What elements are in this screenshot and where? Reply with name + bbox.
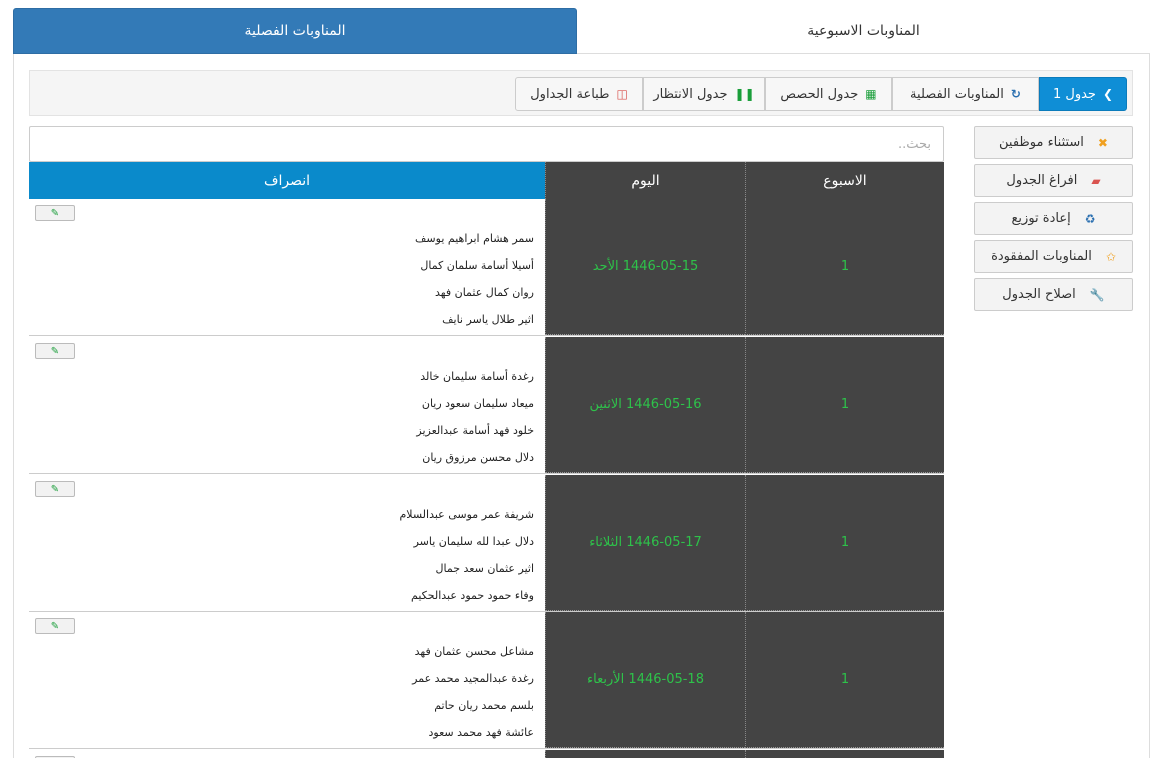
day-cell — [545, 750, 745, 758]
names-list: شريفة عمر موسى عبدالسلام دلال عبدا لله س… — [399, 501, 534, 609]
tab-weekly-shifts[interactable]: المناوبات الاسبوعية — [577, 8, 1150, 54]
staff-name: شريفة عمر موسى عبدالسلام — [399, 508, 534, 521]
empty-table-button[interactable]: ▰ افراغ الجدول — [974, 164, 1133, 197]
week-cell: 1 — [745, 475, 944, 611]
fix-table-label: اصلاح الجدول — [1002, 287, 1076, 302]
staff-name: خلود فهد أسامة عبدالعزيز — [416, 424, 534, 437]
edit-icon: ✎ — [50, 207, 60, 219]
user-remove-icon: ✖ — [1097, 135, 1108, 150]
edit-button[interactable]: ✎ — [35, 481, 75, 497]
names-list: مشاعل محسن عثمان فهد رغدة عبدالمجيد محمد… — [412, 638, 534, 746]
chevron-left-icon: ❮ — [1102, 87, 1114, 101]
unlink-icon: ✩ — [1105, 249, 1116, 264]
week-cell: 1 — [745, 199, 944, 335]
leave-cell: ✎ رغدة أسامة سليمان خالد ميعاد سليمان سع… — [29, 337, 545, 473]
redistribute-label: إعادة توزيع — [1011, 211, 1071, 226]
leave-cell: ✎ سمر هشام ابراهيم يوسف أسيلا أسامة سلما… — [29, 199, 545, 335]
seasonal-shifts-label: المناوبات الفصلية — [910, 86, 1004, 102]
print-tables-label: طباعة الجداول — [530, 86, 610, 102]
search-input[interactable] — [29, 126, 944, 162]
empty-table-label: افراغ الجدول — [1006, 173, 1078, 188]
edit-button[interactable]: ✎ — [35, 205, 75, 221]
table-row: 1 1446-05-18 الأربعاء ✎ مشاعل محسن عثمان… — [29, 612, 944, 749]
staff-name: رغدة عبدالمجيد محمد عمر — [412, 672, 534, 685]
table-row: ✎ — [29, 750, 944, 758]
table-header: الاسبوع اليوم انصراف — [29, 162, 944, 199]
day-cell: 1446-05-17 الثلاثاء — [545, 475, 745, 611]
day-cell: 1446-05-18 الأربعاء — [545, 612, 745, 748]
table-select-button[interactable]: ❮ جدول 1 — [1039, 77, 1127, 111]
week-cell — [745, 750, 944, 758]
staff-name: رغدة أسامة سليمان خالد — [420, 370, 534, 383]
week-cell: 1 — [745, 612, 944, 748]
staff-name: مشاعل محسن عثمان فهد — [414, 645, 534, 658]
fix-table-button[interactable]: 🔧 اصلاح الجدول — [974, 278, 1133, 311]
recycle-icon: ♻ — [1084, 211, 1096, 226]
day-cell: 1446-05-15 الأحد — [545, 199, 745, 335]
wrench-icon: 🔧 — [1089, 287, 1105, 302]
table-row: 1 1446-05-16 الاثنين ✎ رغدة أسامة سليمان… — [29, 337, 944, 474]
missing-shifts-label: المناوبات المفقودة — [991, 249, 1092, 264]
redistribute-button[interactable]: ♻ إعادة توزيع — [974, 202, 1133, 235]
table-icon: ▦ — [865, 87, 877, 101]
edit-icon: ✎ — [50, 345, 60, 357]
table-row: 1 1446-05-15 الأحد ✎ سمر هشام ابراهيم يو… — [29, 199, 944, 336]
tab-seasonal-shifts[interactable]: المناوبات الفصلية — [13, 8, 577, 54]
staff-name: ميعاد سليمان سعود ريان — [421, 397, 534, 410]
names-list: سمر هشام ابراهيم يوسف أسيلا أسامة سلمان … — [415, 225, 534, 333]
header-leave: انصراف — [29, 162, 545, 199]
exclude-employees-label: استثناء موظفين — [999, 135, 1084, 150]
waiting-table-button[interactable]: ❚❚ جدول الانتظار — [643, 77, 765, 111]
staff-name: اثير طلال ياسر نايف — [442, 313, 534, 326]
eraser-icon: ▰ — [1091, 173, 1101, 188]
leave-cell: ✎ — [29, 750, 545, 758]
staff-name: بلسم محمد ريان حاتم — [434, 699, 534, 712]
waiting-table-label: جدول الانتظار — [653, 86, 728, 102]
seasonal-shifts-button[interactable]: ↻ المناوبات الفصلية — [892, 77, 1039, 111]
staff-name: عائشة فهد محمد سعود — [428, 726, 534, 739]
staff-name: أسيلا أسامة سلمان كمال — [420, 259, 534, 272]
staff-name: روان كمال عثمان فهد — [435, 286, 534, 299]
day-cell: 1446-05-16 الاثنين — [545, 337, 745, 473]
staff-name: دلال محسن مرزوق ريان — [422, 451, 534, 464]
staff-name: دلال عبدا لله سليمان ياسر — [413, 535, 534, 548]
classes-table-button[interactable]: ▦ جدول الحصص — [765, 77, 892, 111]
refresh-icon: ↻ — [1010, 87, 1021, 101]
classes-table-label: جدول الحصص — [780, 86, 859, 102]
leave-cell: ✎ شريفة عمر موسى عبدالسلام دلال عبدا لله… — [29, 475, 545, 611]
tabs-bar: المناوبات الفصلية المناوبات الاسبوعية — [13, 8, 1150, 54]
print-tables-button[interactable]: ◫ طباعة الجداول — [515, 77, 643, 111]
columns-icon: ❚❚ — [734, 87, 755, 101]
exclude-employees-button[interactable]: ✖ استثناء موظفين — [974, 126, 1133, 159]
missing-shifts-button[interactable]: ✩ المناوبات المفقودة — [974, 240, 1133, 273]
edit-icon: ✎ — [50, 483, 60, 495]
edit-button[interactable]: ✎ — [35, 343, 75, 359]
leave-cell: ✎ مشاعل محسن عثمان فهد رغدة عبدالمجيد مح… — [29, 612, 545, 748]
week-cell: 1 — [745, 337, 944, 473]
toolbar: ❮ جدول 1 ↻ المناوبات الفصلية ▦ جدول الحص… — [29, 70, 1133, 116]
header-week: الاسبوع — [745, 162, 944, 199]
edit-icon: ✎ — [50, 620, 60, 632]
staff-name: وفاء حمود حمود عبدالحكيم — [411, 589, 534, 602]
staff-name: اثير عثمان سعد جمال — [435, 562, 534, 575]
pdf-file-icon: ◫ — [616, 87, 628, 101]
staff-name: سمر هشام ابراهيم يوسف — [415, 232, 534, 245]
table-select-label: جدول 1 — [1052, 86, 1096, 102]
names-list: رغدة أسامة سليمان خالد ميعاد سليمان سعود… — [416, 363, 534, 471]
table-row: 1 1446-05-17 الثلاثاء ✎ شريفة عمر موسى ع… — [29, 475, 944, 612]
header-day: اليوم — [545, 162, 745, 199]
edit-button[interactable]: ✎ — [35, 618, 75, 634]
